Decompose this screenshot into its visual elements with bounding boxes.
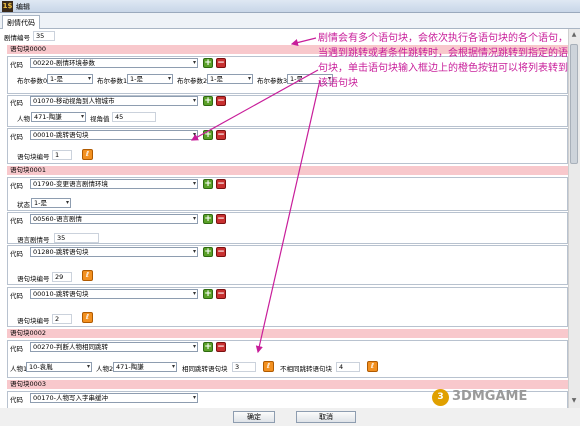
character-select[interactable]: 471-陶謙 (31, 112, 86, 122)
code-label: 代码 (10, 133, 23, 141)
code-label: 代码 (10, 396, 23, 404)
tab-plot-code[interactable]: 剧情代码 (2, 15, 40, 29)
add-statement-icon[interactable]: + (203, 289, 213, 299)
param-label: 布尔参数1 (97, 77, 128, 85)
plot-id-input[interactable]: 35 (33, 31, 55, 41)
code-label: 代码 (10, 61, 23, 69)
remove-statement-icon[interactable]: − (216, 214, 226, 224)
view-angle-input[interactable]: 45 (112, 112, 156, 122)
param-label: 人物 (17, 115, 30, 123)
code-select[interactable]: 00010-跳转语句块 (30, 130, 198, 140)
state-select[interactable]: 1-是 (31, 198, 71, 208)
code-select[interactable]: 00010-跳转语句块 (30, 289, 198, 299)
param-label: 状态 (17, 201, 30, 209)
goto-block-icon[interactable]: ℓ (82, 312, 93, 323)
code-label: 代码 (10, 292, 23, 300)
param-label: 人物2 (96, 365, 114, 373)
code-select[interactable]: 01070-移动视角到人物城市 (30, 96, 198, 106)
code-label: 代码 (10, 250, 23, 258)
language-plot-input[interactable]: 35 (54, 233, 99, 243)
remove-statement-icon[interactable]: − (216, 96, 226, 106)
code-select[interactable]: 00170-人物写入字串缓冲 (30, 393, 198, 403)
scroll-down-icon[interactable]: ▼ (569, 396, 579, 406)
add-statement-icon[interactable]: + (203, 96, 213, 106)
same-jump-block-input[interactable]: 3 (232, 362, 256, 372)
watermark: 3DMGAME (452, 389, 528, 404)
window-title: 编辑 (16, 3, 30, 11)
block-header: 语句块0001 (7, 166, 568, 175)
code-label: 代码 (10, 182, 23, 190)
annotation-text: 剧情会有多个语句块，会依次执行各语句块的各个语句，当遇到跳转或者条件跳转时，会根… (318, 33, 568, 89)
remove-statement-icon[interactable]: − (216, 342, 226, 352)
remove-statement-icon[interactable]: − (216, 130, 226, 140)
remove-statement-icon[interactable]: − (216, 58, 226, 68)
add-statement-icon[interactable]: + (203, 342, 213, 352)
param-label: 语言剧情号 (17, 236, 50, 244)
goto-block-icon[interactable]: ℓ (82, 270, 93, 281)
tab-bar: 剧情代码 (0, 13, 580, 29)
code-label: 代码 (10, 217, 23, 225)
block-number-input[interactable]: 1 (52, 150, 72, 160)
goto-block-icon[interactable]: ℓ (82, 149, 93, 160)
bool-param-1-select[interactable]: 1-是 (127, 74, 173, 84)
code-select[interactable]: 01790-变更语言剧情环境 (30, 179, 198, 189)
param-label: 布尔参数3 (257, 77, 288, 85)
add-statement-icon[interactable]: + (203, 214, 213, 224)
param-label: 不相同跳转语句块 (280, 365, 332, 373)
block-number-input[interactable]: 29 (52, 272, 72, 282)
block-number-input[interactable]: 2 (52, 314, 72, 324)
remove-statement-icon[interactable]: − (216, 179, 226, 189)
title-bar: 1$ 编辑 (0, 0, 580, 13)
param-label: 语句块编号 (17, 153, 50, 161)
param-label: 人物1 (10, 365, 28, 373)
character-1-select[interactable]: 10-袁胤 (26, 362, 92, 372)
remove-statement-icon[interactable]: − (216, 289, 226, 299)
app-icon: 1$ (2, 1, 13, 12)
code-select[interactable]: 00270-判断人物相同跳转 (30, 342, 198, 352)
diff-jump-block-input[interactable]: 4 (336, 362, 360, 372)
code-label: 代码 (10, 99, 23, 107)
code-select[interactable]: 01280-跳转语句块 (30, 247, 198, 257)
bool-param-2-select[interactable]: 1-是 (207, 74, 253, 84)
param-label: 语句块编号 (17, 275, 50, 283)
add-statement-icon[interactable]: + (203, 179, 213, 189)
remove-statement-icon[interactable]: − (216, 247, 226, 257)
param-label: 语句块编号 (17, 317, 50, 325)
param-label: 视角值 (90, 115, 110, 123)
add-statement-icon[interactable]: + (203, 247, 213, 257)
ok-button[interactable]: 确定 (233, 411, 275, 423)
goto-block-icon[interactable]: ℓ (263, 361, 274, 372)
cancel-button[interactable]: 取消 (296, 411, 356, 423)
plot-id-label: 剧情编号 (4, 34, 30, 42)
character-2-select[interactable]: 471-陶謙 (113, 362, 177, 372)
code-select[interactable]: 00560-语言剧情 (30, 214, 198, 224)
code-label: 代码 (10, 345, 23, 353)
code-select[interactable]: 00220-剧情环境参数 (30, 58, 198, 68)
param-label: 相同跳转语句块 (182, 365, 228, 373)
block-header: 语句块0003 (7, 380, 568, 389)
bool-param-0-select[interactable]: 1-是 (47, 74, 93, 84)
param-label: 布尔参数2 (177, 77, 208, 85)
param-label: 布尔参数0 (17, 77, 48, 85)
block-header: 语句块0002 (7, 329, 568, 338)
add-statement-icon[interactable]: + (203, 130, 213, 140)
goto-block-icon[interactable]: ℓ (367, 361, 378, 372)
watermark-badge: 3 (432, 389, 449, 406)
add-statement-icon[interactable]: + (203, 58, 213, 68)
